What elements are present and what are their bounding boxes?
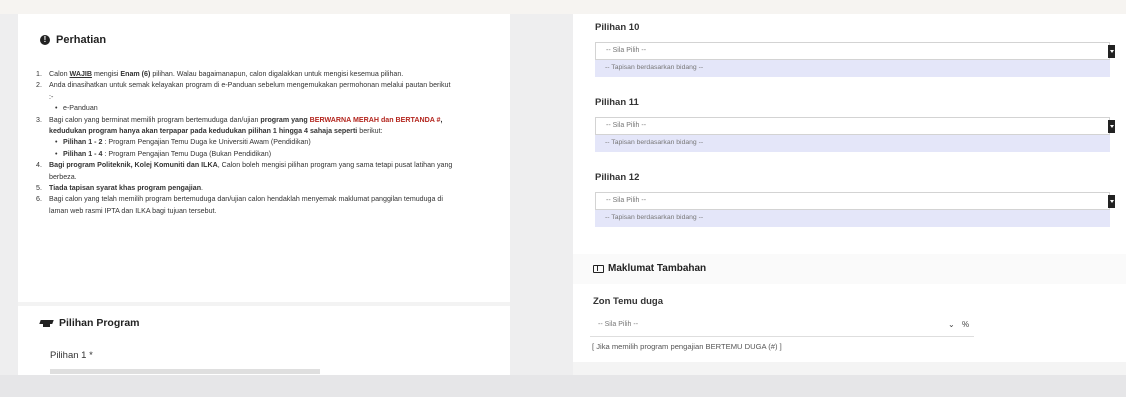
note-number: 3.	[36, 115, 42, 124]
filter-bidang-10[interactable]: -- Tapisan berdasarkan bidang --	[595, 60, 1110, 77]
caret-down-icon[interactable]	[1108, 120, 1115, 133]
note-item: 3. Bagi calon yang berminat memilih progr…	[36, 115, 456, 161]
note-text: Bagi calon yang berminat memilih program…	[49, 115, 456, 138]
filter-text: -- Tapisan berdasarkan bidang --	[605, 139, 704, 146]
filter-text: -- Tapisan berdasarkan bidang --	[605, 64, 704, 71]
note-number: 4.	[36, 161, 42, 170]
subitem-fragment: : Program Pengajian Temu Duga ke Univers…	[102, 138, 311, 147]
notes-list: 1. Calon WAJIB mengisi Enam (6) pilihan. …	[36, 69, 456, 217]
filter-text: -- Tapisan berdasarkan bidang --	[605, 214, 704, 221]
top-strip	[0, 0, 1126, 14]
choice-label: Pilihan 11	[595, 97, 639, 108]
chevron-down-icon[interactable]: ⌄	[948, 320, 955, 329]
cutoff-text-line	[50, 369, 320, 374]
subitem-text: Pilihan 1 - 4 : Program Pengajian Temu D…	[63, 149, 271, 160]
tambahan-heading: Maklumat Tambahan	[593, 263, 706, 274]
subitem-fragment: e-Panduan	[63, 104, 98, 113]
note-fragment: Bagi calon yang berminat memilih program…	[49, 115, 261, 124]
wajib-text: WAJIB	[69, 70, 92, 78]
note-number: 6.	[36, 195, 42, 204]
note-item: 4. Bagi program Politeknik, Kolej Komunit…	[36, 160, 456, 183]
caret-down-icon[interactable]	[1108, 45, 1115, 58]
note-body: Bagi calon yang telah memilih program be…	[49, 194, 456, 217]
note-text: Bagi calon yang telah memilih program be…	[49, 194, 456, 217]
note-item: 6. Bagi calon yang telah memilih program …	[36, 194, 456, 217]
note-text: Bagi program Politeknik, Kolej Komuniti …	[49, 160, 456, 183]
choice-group-12: Pilihan 12 -- Sila Pilih -- -- Tapisan b…	[595, 172, 1116, 227]
subitem-fragment: Pilihan 1 - 4	[63, 149, 103, 158]
panel-bottom-bar	[573, 362, 1126, 375]
choice-group-11: Pilihan 11 -- Sila Pilih -- -- Tapisan b…	[595, 97, 1116, 152]
choice-label: Pilihan 12	[595, 172, 640, 183]
filter-bidang-11[interactable]: -- Tapisan berdasarkan bidang --	[595, 135, 1110, 152]
note-fragment: Anda dinasihatkan untuk semak kelayakan …	[49, 81, 451, 101]
select-placeholder: -- Sila Pilih --	[606, 47, 647, 54]
note-number: 1.	[36, 70, 42, 78]
note-body: Anda dinasihatkan untuk semak kelayakan …	[49, 80, 456, 114]
note-body: Bagi calon yang berminat memilih program…	[49, 115, 456, 161]
zon-temu-duga-label: Zon Temu duga	[593, 296, 664, 307]
note-fragment: program yang	[260, 115, 310, 124]
choice-group-10: Pilihan 10 -- Sila Pilih -- -- Tapisan b…	[595, 22, 1116, 77]
note-subitem: • Pilihan 1 - 4 : Program Pengajian Temu …	[49, 149, 456, 160]
bullet-icon: •	[55, 138, 58, 147]
select-placeholder: -- Sila Pilih --	[606, 197, 647, 204]
note-subitem[interactable]: • e-Panduan	[49, 103, 456, 114]
link-icon[interactable]: %	[962, 320, 969, 329]
perhatian-title: Perhatian	[56, 34, 107, 46]
program-heading: Pilihan Program	[40, 317, 140, 329]
graduation-cap-icon	[40, 319, 53, 328]
note-fragment: Bagi calon yang telah memilih program be…	[49, 195, 443, 215]
filter-bidang-12[interactable]: -- Tapisan berdasarkan bidang --	[595, 210, 1110, 227]
note-text: Tiada tapisan syarat khas program pengaj…	[49, 183, 456, 194]
bullet-icon: •	[55, 149, 58, 158]
note-text: Anda dinasihatkan untuk semak kelayakan …	[49, 80, 456, 103]
note-fragment: berikut:	[357, 127, 383, 136]
choices-panel: Pilihan 10 -- Sila Pilih -- -- Tapisan b…	[573, 14, 1126, 375]
program-title: Pilihan Program	[59, 317, 140, 329]
note-body: Tiada tapisan syarat khas program pengaj…	[49, 183, 456, 194]
note-item: 1. Calon WAJIB mengisi Enam (6) pilihan. …	[36, 69, 456, 80]
select-placeholder: -- Sila Pilih --	[606, 122, 647, 129]
section-divider	[18, 302, 510, 306]
note-body: Bagi program Politeknik, Kolej Komuniti …	[49, 160, 456, 183]
info-circle-icon: !	[40, 35, 50, 45]
note-body: Calon WAJIB mengisi Enam (6) pilihan. Wa…	[49, 69, 456, 80]
red-warning-text: BERWARNA MERAH dan BERTANDA #	[309, 115, 441, 124]
note-fragment: pilihan. Walau bagaimanapun, calon digal…	[150, 70, 404, 78]
select-placeholder: -- Sila Pilih --	[598, 321, 639, 328]
subitem-fragment: Pilihan 1 - 2	[63, 138, 103, 147]
instructions-panel: ! Perhatian 1. Calon WAJIB mengisi Enam (…	[18, 14, 510, 375]
book-icon	[593, 264, 604, 273]
note-subitem: • Pilihan 1 - 2 : Program Pengajian Temu …	[49, 137, 456, 148]
note-number: 2.	[36, 81, 42, 90]
subitem-text: e-Panduan	[63, 103, 98, 114]
choice-select-12[interactable]: -- Sila Pilih --	[595, 192, 1115, 210]
note-fragment: Bagi program Politeknik, Kolej Komuniti …	[49, 161, 218, 170]
choice-select-10[interactable]: -- Sila Pilih --	[595, 42, 1115, 60]
note-fragment: Tiada tapisan syarat khas program pengaj…	[49, 184, 202, 193]
perhatian-heading: ! Perhatian	[40, 34, 106, 46]
note-text: Calon WAJIB mengisi Enam (6) pilihan. Wa…	[49, 69, 456, 80]
note-fragment: Enam (6)	[120, 70, 151, 78]
note-number: 5.	[36, 184, 42, 193]
choice-label: Pilihan 10	[595, 22, 640, 33]
caret-down-icon[interactable]	[1108, 195, 1115, 208]
subitem-fragment: : Program Pengajian Temu Duga (Bukan Pen…	[102, 149, 272, 158]
tambahan-title: Maklumat Tambahan	[608, 263, 707, 274]
bullet-icon: •	[55, 104, 58, 113]
bottom-strip	[0, 375, 1126, 397]
note-fragment: .	[201, 184, 204, 193]
note-fragment: Calon	[49, 70, 70, 78]
note-fragment: mengisi	[91, 70, 121, 78]
zon-note: [ Jika memilih program pengajian BERTEMU…	[592, 342, 782, 351]
note-item: 5. Tiada tapisan syarat khas program peng…	[36, 183, 456, 194]
pilihan-1-label: Pilihan 1 *	[50, 350, 93, 361]
subitem-text: Pilihan 1 - 2 : Program Pengajian Temu D…	[63, 137, 311, 148]
note-item: 2. Anda dinasihatkan untuk semak kelayaka…	[36, 80, 456, 114]
zon-temu-duga-select[interactable]: -- Sila Pilih -- ⌄ %	[590, 316, 974, 337]
choice-select-11[interactable]: -- Sila Pilih --	[595, 117, 1115, 135]
